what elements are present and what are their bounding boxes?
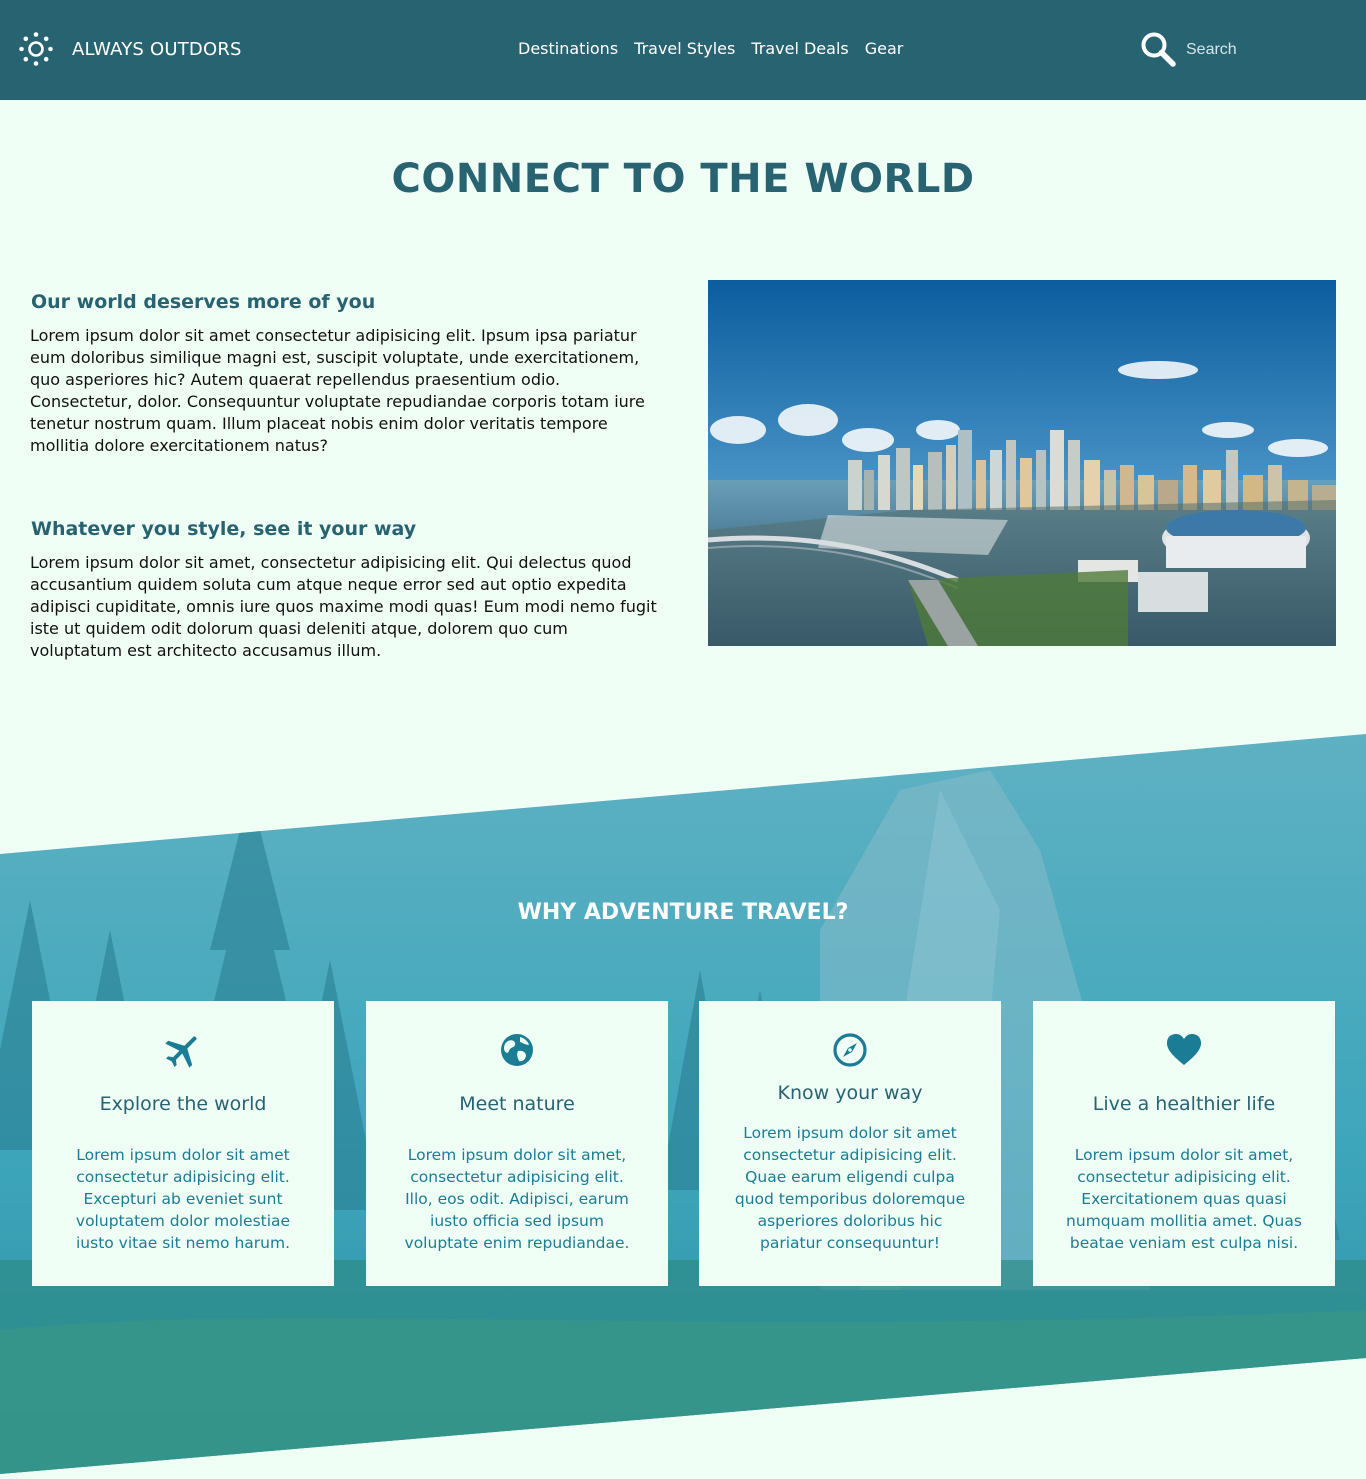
card-nature: Meet nature Lorem ipsum dolor sit amet, …	[366, 1001, 668, 1286]
search-icon[interactable]	[1140, 31, 1176, 67]
main-nav: Destinations Travel Styles Travel Deals …	[510, 39, 911, 58]
airplane-icon	[165, 1036, 197, 1068]
nav-gear[interactable]: Gear	[865, 39, 904, 58]
section-heading-world: Our world deserves more of you	[31, 291, 376, 313]
card-way: Know your way Lorem ipsum dolor sit amet…	[699, 1001, 1001, 1286]
section-text-style: Lorem ipsum dolor sit amet, consectetur …	[30, 553, 657, 660]
adventure-title: WHY ADVENTURE TRAVEL?	[517, 900, 849, 925]
sun-icon[interactable]	[19, 32, 53, 66]
section-text-world: Lorem ipsum dolor sit amet consectetur a…	[30, 326, 645, 455]
card-text: Lorem ipsum dolor sit amet consectetur a…	[75, 1146, 291, 1252]
heart-icon	[1167, 1034, 1201, 1065]
card-explore: Explore the world Lorem ipsum dolor sit …	[32, 1001, 334, 1286]
section-heading-style: Whatever you style, see it your way	[31, 518, 417, 540]
card-text: Lorem ipsum dolor sit amet, consectetur …	[404, 1146, 630, 1252]
nav-destinations[interactable]: Destinations	[518, 39, 618, 58]
search-input[interactable]	[1186, 37, 1336, 63]
card-health: Live a healthier life Lorem ipsum dolor …	[1033, 1001, 1335, 1286]
card-title: Know your way	[777, 1082, 923, 1104]
card-text: Lorem ipsum dolor sit amet, consectetur …	[1066, 1146, 1302, 1252]
page-title: CONNECT TO THE WORLD	[391, 156, 975, 202]
city-skyline-photo	[708, 280, 1336, 646]
card-text: Lorem ipsum dolor sit amet consectetur a…	[734, 1124, 966, 1252]
site-header: ALWAYS OUTDORS Destinations Travel Style…	[0, 0, 1366, 100]
card-title: Live a healthier life	[1092, 1093, 1276, 1115]
nav-travel-styles[interactable]: Travel Styles	[634, 39, 735, 58]
card-title: Meet nature	[459, 1093, 575, 1115]
brand-name[interactable]: ALWAYS OUTDORS	[72, 39, 242, 60]
card-title: Explore the world	[99, 1093, 267, 1115]
nav-travel-deals[interactable]: Travel Deals	[751, 39, 848, 58]
globe-icon	[501, 1034, 533, 1066]
compass-icon	[833, 1033, 867, 1067]
